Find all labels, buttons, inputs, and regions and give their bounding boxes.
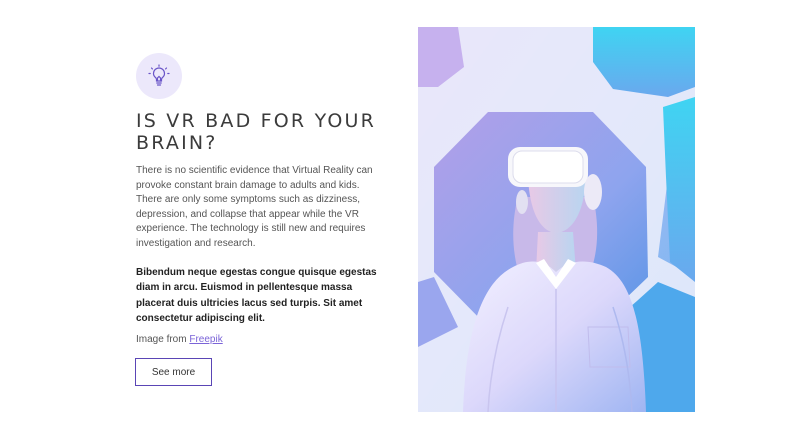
image-credit-prefix: Image from bbox=[136, 334, 190, 345]
section-description: There is no scientific evidence that Vir… bbox=[136, 165, 373, 249]
lightbulb-icon bbox=[148, 64, 170, 86]
section-title: IS VR BAD FOR YOUR BRAIN? bbox=[136, 110, 376, 154]
lightbulb-icon-badge bbox=[136, 53, 182, 99]
vr-headset-photo bbox=[418, 27, 695, 412]
freepik-link[interactable]: Freepik bbox=[189, 334, 222, 345]
see-more-button[interactable]: See more bbox=[135, 358, 212, 386]
section-bold-text: Bibendum neque egestas congue quisque eg… bbox=[136, 267, 377, 324]
image-credit: Image from Freepik bbox=[136, 334, 223, 345]
